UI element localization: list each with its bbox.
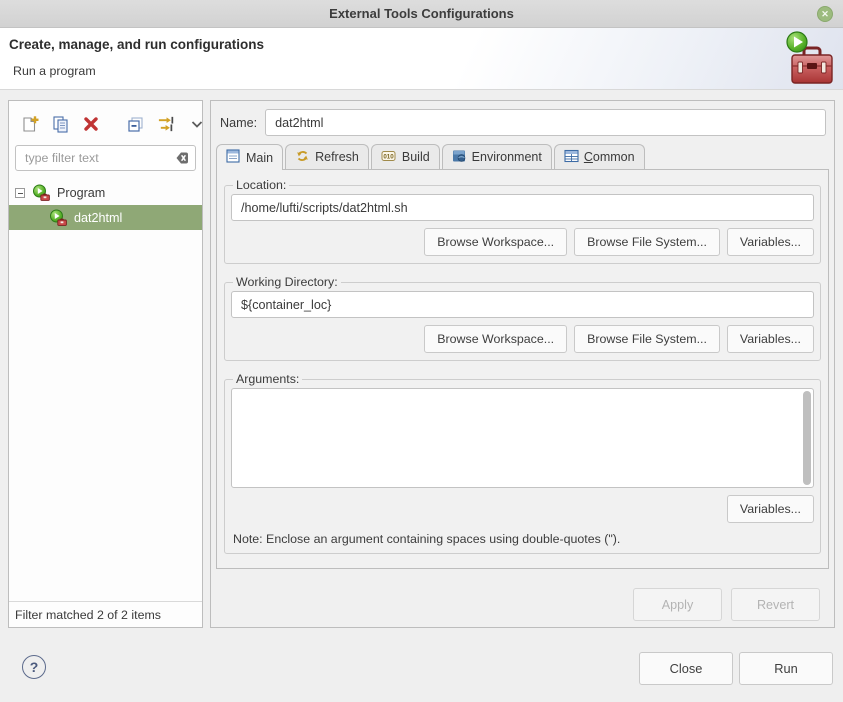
duplicate-configuration-icon[interactable] bbox=[51, 114, 70, 134]
window-title: External Tools Configurations bbox=[329, 6, 514, 21]
tree-item-dat2html[interactable]: dat2html bbox=[9, 205, 202, 230]
tree-item-program[interactable]: Program bbox=[9, 180, 202, 205]
tab-label: Environment bbox=[472, 150, 542, 164]
location-buttons: Browse Workspace... Browse File System..… bbox=[231, 228, 814, 256]
run-button[interactable]: Run bbox=[739, 652, 833, 685]
location-group: Location: Browse Workspace... Browse Fil… bbox=[224, 178, 821, 264]
working-directory-legend: Working Directory: bbox=[233, 275, 341, 289]
delete-configuration-icon[interactable] bbox=[82, 114, 100, 134]
collapse-all-icon[interactable] bbox=[126, 114, 145, 134]
filter-status-text: Filter matched 2 of 2 items bbox=[9, 601, 202, 627]
header-subtitle: Run a program bbox=[13, 64, 96, 78]
header-title: Create, manage, and run configurations bbox=[9, 37, 264, 52]
arguments-scrollbar[interactable] bbox=[803, 391, 811, 485]
build-tab-icon: 010 bbox=[381, 149, 397, 166]
working-directory-group: Working Directory: Browse Workspace... B… bbox=[224, 275, 821, 361]
tree-item-label: dat2html bbox=[74, 211, 122, 225]
workdir-browse-filesystem-button[interactable]: Browse File System... bbox=[574, 325, 720, 353]
location-browse-workspace-button[interactable]: Browse Workspace... bbox=[424, 228, 567, 256]
apply-revert-row: Apply Revert bbox=[633, 588, 820, 621]
header-banner: Create, manage, and run configurations R… bbox=[0, 28, 843, 90]
tab-label: Build bbox=[402, 150, 430, 164]
common-tab-icon bbox=[564, 149, 579, 166]
tab-label: Main bbox=[246, 151, 273, 165]
main-tab-icon bbox=[226, 149, 241, 166]
location-browse-filesystem-button[interactable]: Browse File System... bbox=[574, 228, 720, 256]
arguments-group: Arguments: Variables... Note: Enclose an… bbox=[224, 372, 821, 554]
workdir-browse-workspace-button[interactable]: Browse Workspace... bbox=[424, 325, 567, 353]
sidebar-toolbar bbox=[9, 101, 202, 144]
name-row: Name: bbox=[220, 109, 826, 136]
workdir-variables-button[interactable]: Variables... bbox=[727, 325, 814, 353]
arguments-textarea[interactable] bbox=[232, 389, 813, 487]
arguments-box bbox=[231, 388, 814, 488]
configuration-editor-panel: Name: Main bbox=[210, 100, 835, 628]
arguments-legend: Arguments: bbox=[233, 372, 302, 386]
svg-text:010: 010 bbox=[383, 153, 394, 160]
program-launch-icon bbox=[49, 209, 68, 226]
tab-refresh[interactable]: Refresh bbox=[285, 144, 369, 169]
filter-box bbox=[15, 145, 196, 171]
window-close-icon[interactable]: ✕ bbox=[817, 6, 833, 22]
location-variables-button[interactable]: Variables... bbox=[727, 228, 814, 256]
main-tab-content: Location: Browse Workspace... Browse Fil… bbox=[216, 169, 829, 569]
tab-build[interactable]: 010 Build bbox=[371, 144, 440, 169]
filter-input[interactable] bbox=[15, 145, 196, 171]
configurations-sidebar: Program dat2html bbox=[8, 100, 203, 628]
close-button[interactable]: Close bbox=[639, 652, 733, 685]
filter-configurations-icon[interactable] bbox=[157, 114, 177, 134]
tree-item-label: Program bbox=[57, 186, 105, 200]
arguments-variables-button[interactable]: Variables... bbox=[727, 495, 814, 523]
location-input[interactable] bbox=[231, 194, 814, 221]
help-button[interactable]: ? bbox=[22, 655, 46, 679]
working-directory-input[interactable] bbox=[231, 291, 814, 318]
working-directory-buttons: Browse Workspace... Browse File System..… bbox=[231, 325, 814, 353]
clear-filter-icon[interactable] bbox=[171, 151, 189, 168]
refresh-tab-icon bbox=[295, 149, 310, 166]
tab-main[interactable]: Main bbox=[216, 144, 283, 170]
toolbar-menu-chevron-down-icon[interactable] bbox=[189, 114, 205, 134]
tab-environment[interactable]: Environment bbox=[442, 144, 552, 169]
arguments-note: Note: Enclose an argument containing spa… bbox=[233, 532, 814, 546]
arguments-buttons: Variables... bbox=[231, 495, 814, 523]
external-tools-dialog: External Tools Configurations ✕ Create, … bbox=[0, 0, 843, 702]
footer-buttons: Close Run bbox=[639, 652, 833, 685]
tab-bar: Main Refresh 010 bbox=[216, 144, 647, 169]
configurations-tree: Program dat2html bbox=[9, 180, 202, 230]
tab-label: Common bbox=[584, 150, 635, 164]
new-configuration-icon[interactable] bbox=[20, 114, 39, 134]
program-launch-icon bbox=[32, 184, 51, 201]
revert-button[interactable]: Revert bbox=[731, 588, 820, 621]
name-label: Name: bbox=[220, 116, 257, 130]
name-input[interactable] bbox=[265, 109, 826, 136]
collapse-expander-icon[interactable] bbox=[15, 188, 25, 198]
apply-button[interactable]: Apply bbox=[633, 588, 722, 621]
tab-common[interactable]: Common bbox=[554, 144, 645, 169]
titlebar[interactable]: External Tools Configurations ✕ bbox=[0, 0, 843, 28]
environment-tab-icon bbox=[452, 149, 467, 166]
location-legend: Location: bbox=[233, 178, 289, 192]
tab-label: Refresh bbox=[315, 150, 359, 164]
external-tools-toolbox-icon bbox=[783, 31, 835, 90]
